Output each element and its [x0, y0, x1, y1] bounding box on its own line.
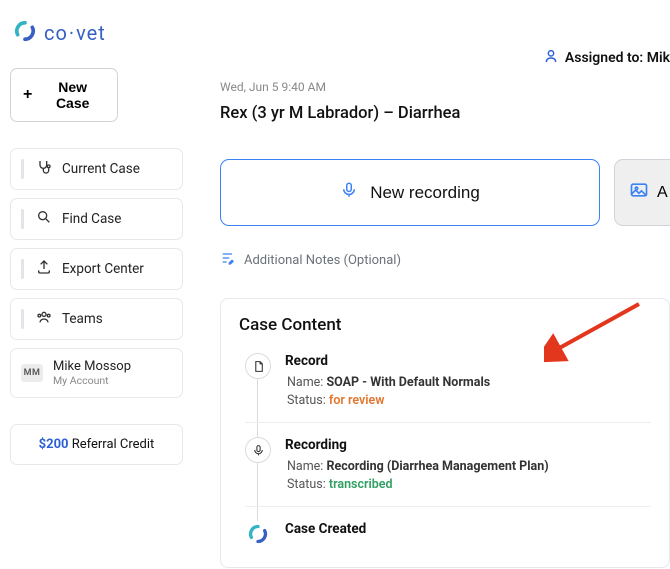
referral-rest: Referral Credit	[69, 437, 155, 452]
attach-label-partial: A	[657, 184, 668, 202]
referral-amount: $200	[39, 437, 69, 452]
timeline-title: Recording	[285, 437, 651, 453]
sidebar-item-export-center[interactable]: Export Center	[10, 248, 183, 290]
attach-button[interactable]: A	[614, 159, 670, 226]
timeline-item-record[interactable]: Record Name: SOAP - With Default Normals…	[245, 349, 651, 422]
sidebar-item-find-case[interactable]: Find Case	[10, 198, 183, 240]
additional-notes-label: Additional Notes (Optional)	[244, 253, 401, 268]
sidebar-item-label: Export Center	[62, 261, 144, 277]
microphone-icon	[245, 437, 271, 463]
active-bar	[21, 159, 24, 179]
sidebar-item-current-case[interactable]: Current Case	[10, 148, 183, 190]
timeline-item-recording[interactable]: Recording Name: Recording (Diarrhea Mana…	[245, 422, 651, 506]
logo-text: co·vet	[44, 21, 106, 45]
avatar: MM	[21, 364, 43, 382]
search-icon	[36, 209, 52, 229]
teams-icon	[36, 309, 52, 329]
referral-credit-button[interactable]: $200 Referral Credit	[10, 424, 183, 465]
status-badge: transcribed	[329, 477, 393, 492]
new-case-label: New Case	[40, 79, 105, 111]
timeline: Record Name: SOAP - With Default Normals…	[235, 349, 651, 547]
notes-icon	[220, 250, 236, 270]
new-recording-button[interactable]: New recording	[220, 159, 600, 226]
new-case-button[interactable]: + New Case	[10, 68, 118, 122]
upload-icon	[36, 259, 52, 279]
record-name-row: Name: SOAP - With Default Normals	[287, 375, 651, 390]
timeline-item-created[interactable]: Case Created	[245, 506, 651, 547]
assigned-to[interactable]: Assigned to: Mik	[543, 48, 670, 68]
logo-mark-icon	[14, 20, 36, 46]
logo[interactable]: co·vet	[10, 14, 183, 68]
person-icon	[543, 48, 559, 68]
record-status-row: Status: for review	[287, 393, 651, 408]
sidebar-item-label: Current Case	[62, 161, 140, 177]
case-title: Rex (3 yr M Labrador) – Diarrhea	[220, 104, 670, 123]
document-icon	[245, 353, 271, 379]
status-badge: for review	[329, 393, 385, 408]
sidebar-item-label: Teams	[62, 311, 103, 327]
case-timestamp: Wed, Jun 5 9:40 AM	[220, 80, 670, 94]
sidebar-item-label: Find Case	[62, 211, 121, 227]
plus-icon: +	[23, 87, 32, 103]
image-icon	[629, 180, 649, 205]
new-recording-label: New recording	[370, 183, 480, 203]
microphone-icon	[340, 181, 358, 204]
stethoscope-icon	[36, 159, 52, 179]
action-row: New recording A	[220, 159, 670, 226]
logo-mark-icon	[245, 521, 271, 547]
sidebar: co·vet + New Case Current Case Find Case	[0, 0, 194, 569]
case-content-heading: Case Content	[239, 315, 651, 335]
user-sub: My Account	[53, 374, 131, 387]
main-panel: Assigned to: Mik Wed, Jun 5 9:40 AM Rex …	[194, 0, 670, 569]
recording-status-row: Status: transcribed	[287, 477, 651, 492]
case-content-card: Case Content Record Name: SOAP - With De…	[220, 298, 670, 568]
sidebar-item-account[interactable]: MM Mike Mossop My Account	[10, 348, 183, 398]
user-name: Mike Mossop	[53, 359, 131, 374]
additional-notes-button[interactable]: Additional Notes (Optional)	[220, 250, 670, 270]
timeline-title: Case Created	[285, 521, 651, 537]
recording-name-row: Name: Recording (Diarrhea Management Pla…	[287, 459, 651, 474]
sidebar-item-teams[interactable]: Teams	[10, 298, 183, 340]
timeline-title: Record	[285, 353, 651, 369]
